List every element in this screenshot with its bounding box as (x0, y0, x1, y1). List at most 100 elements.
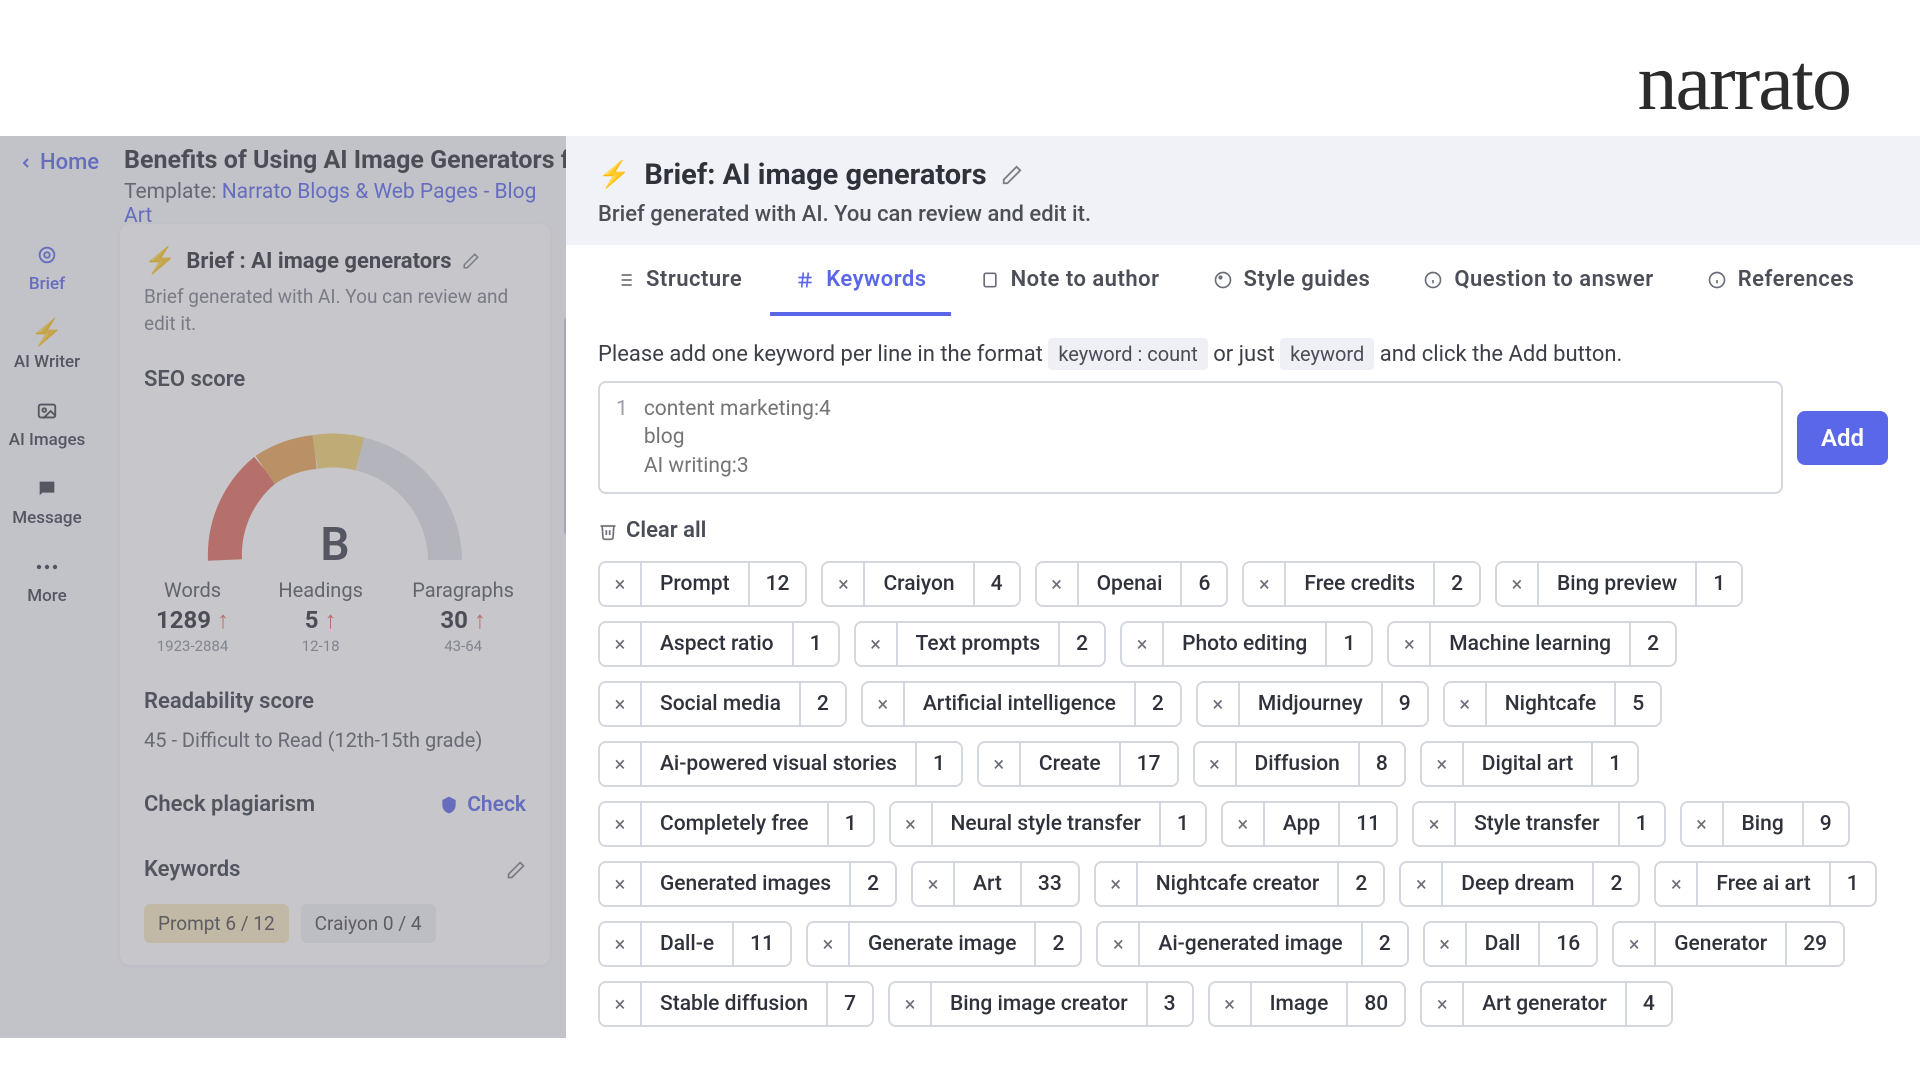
panel-title-text: Brief: AI image generators (644, 158, 986, 192)
tag-count[interactable]: 17 (1121, 743, 1177, 785)
remove-tag-button[interactable]: × (600, 683, 642, 725)
tag-count[interactable]: 2 (1136, 683, 1180, 725)
tag-count[interactable]: 7 (828, 983, 872, 1025)
tab-label: Keywords (826, 267, 926, 292)
remove-tag-button[interactable]: × (863, 683, 905, 725)
tag-count[interactable]: 3 (1148, 983, 1192, 1025)
bolt-icon: ⚡ (598, 160, 630, 190)
remove-tag-button[interactable]: × (913, 863, 955, 905)
tag-count[interactable]: 16 (1540, 923, 1596, 965)
keyword-chip[interactable]: Craiyon 0 / 4 (301, 904, 436, 943)
remove-tag-button[interactable]: × (600, 623, 642, 665)
tag-count[interactable]: 9 (1383, 683, 1427, 725)
remove-tag-button[interactable]: × (1445, 683, 1487, 725)
remove-tag-button[interactable]: × (1389, 623, 1431, 665)
tag-count[interactable]: 1 (1327, 623, 1371, 665)
remove-tag-button[interactable]: × (600, 743, 642, 785)
remove-tag-button[interactable]: × (1401, 863, 1443, 905)
tag-count[interactable]: 4 (1627, 983, 1671, 1025)
tag-count[interactable]: 29 (1787, 923, 1843, 965)
remove-tag-button[interactable]: × (600, 983, 642, 1025)
side-nav-brief[interactable]: Brief (29, 242, 65, 294)
tag-count[interactable]: 11 (734, 923, 790, 965)
side-nav-ai-writer[interactable]: ⚡ AI Writer (14, 320, 80, 372)
tag-count[interactable]: 2 (1631, 623, 1675, 665)
tab-structure[interactable]: Structure (590, 245, 766, 316)
tab-style-guides[interactable]: Style guides (1188, 245, 1395, 316)
clear-all-button[interactable]: Clear all (598, 518, 706, 543)
tag-count[interactable]: 2 (1363, 923, 1407, 965)
keyword-textarea[interactable] (644, 395, 1765, 480)
remove-tag-button[interactable]: × (1425, 923, 1467, 965)
keyword-chip[interactable]: Prompt 6 / 12 (144, 904, 289, 943)
remove-tag-button[interactable]: × (1497, 563, 1539, 605)
remove-tag-button[interactable]: × (856, 623, 898, 665)
tag-count[interactable]: 33 (1022, 863, 1078, 905)
tag-count[interactable]: 1 (917, 743, 961, 785)
remove-tag-button[interactable]: × (979, 743, 1021, 785)
remove-tag-button[interactable]: × (1195, 743, 1237, 785)
remove-tag-button[interactable]: × (1614, 923, 1656, 965)
remove-tag-button[interactable]: × (600, 923, 642, 965)
plagiarism-check-button[interactable]: Check (439, 793, 526, 817)
tab-question[interactable]: Question to answer (1398, 245, 1677, 316)
tag-count[interactable]: 12 (750, 563, 806, 605)
tab-note-to-author[interactable]: Note to author (955, 245, 1184, 316)
tab-keywords[interactable]: Keywords (770, 245, 950, 316)
tag-count[interactable]: 11 (1340, 803, 1396, 845)
tag-count[interactable]: 1 (1161, 803, 1205, 845)
tag-count[interactable]: 2 (1435, 563, 1479, 605)
tag-count[interactable]: 6 (1182, 563, 1226, 605)
tag-count[interactable]: 4 (975, 563, 1019, 605)
remove-tag-button[interactable]: × (823, 563, 865, 605)
tag-count[interactable]: 2 (1594, 863, 1638, 905)
remove-tag-button[interactable]: × (1656, 863, 1698, 905)
keyword-tag: ×Deep dream2 (1399, 861, 1640, 907)
tag-count[interactable]: 2 (851, 863, 895, 905)
remove-tag-button[interactable]: × (1414, 803, 1456, 845)
tag-count[interactable]: 1 (829, 803, 873, 845)
pencil-icon[interactable] (1001, 164, 1023, 186)
remove-tag-button[interactable]: × (600, 563, 642, 605)
brief-card-sub: Brief generated with AI. You can review … (144, 284, 526, 337)
remove-tag-button[interactable]: × (1037, 563, 1079, 605)
remove-tag-button[interactable]: × (1244, 563, 1286, 605)
remove-tag-button[interactable]: × (1682, 803, 1724, 845)
remove-tag-button[interactable]: × (890, 983, 932, 1025)
remove-tag-button[interactable]: × (1098, 923, 1140, 965)
tag-text: Create (1021, 743, 1121, 785)
tag-count[interactable]: 2 (1339, 863, 1383, 905)
remove-tag-button[interactable]: × (600, 803, 642, 845)
tag-count[interactable]: 5 (1616, 683, 1660, 725)
tag-count[interactable]: 2 (801, 683, 845, 725)
side-nav-ai-images[interactable]: AI Images (9, 398, 86, 450)
remove-tag-button[interactable]: × (1198, 683, 1240, 725)
pencil-icon[interactable] (506, 860, 526, 880)
remove-tag-button[interactable]: × (1122, 623, 1164, 665)
remove-tag-button[interactable]: × (600, 863, 642, 905)
remove-tag-button[interactable]: × (1096, 863, 1138, 905)
tag-count[interactable]: 1 (1593, 743, 1637, 785)
pencil-icon[interactable] (462, 252, 480, 270)
keyword-tag: ×Bing preview1 (1495, 561, 1743, 607)
remove-tag-button[interactable]: × (808, 923, 850, 965)
tag-count[interactable]: 8 (1360, 743, 1404, 785)
remove-tag-button[interactable]: × (1422, 743, 1464, 785)
tag-count[interactable]: 1 (1620, 803, 1664, 845)
add-button[interactable]: Add (1797, 411, 1888, 465)
remove-tag-button[interactable]: × (891, 803, 933, 845)
tag-text: Bing preview (1539, 563, 1697, 605)
tag-count[interactable]: 2 (1036, 923, 1080, 965)
tag-count[interactable]: 1 (794, 623, 838, 665)
tag-count[interactable]: 2 (1060, 623, 1104, 665)
remove-tag-button[interactable]: × (1422, 983, 1464, 1025)
tag-count[interactable]: 80 (1348, 983, 1404, 1025)
remove-tag-button[interactable]: × (1223, 803, 1265, 845)
tag-count[interactable]: 9 (1804, 803, 1848, 845)
side-nav-message[interactable]: Message (12, 476, 81, 528)
tag-count[interactable]: 1 (1697, 563, 1741, 605)
remove-tag-button[interactable]: × (1210, 983, 1252, 1025)
side-nav-more[interactable]: More (27, 554, 66, 606)
tag-count[interactable]: 1 (1831, 863, 1875, 905)
tab-references[interactable]: References (1682, 245, 1879, 316)
